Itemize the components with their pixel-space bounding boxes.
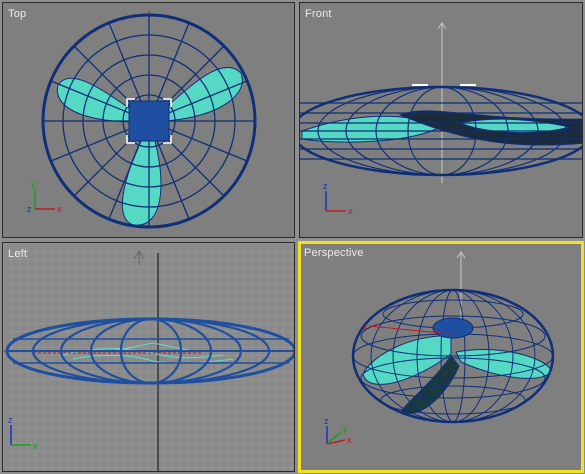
perspective-view-scene: x z x y — [324, 251, 555, 445]
svg-text:x: x — [57, 204, 62, 214]
viewport-label-left[interactable]: Left — [8, 248, 27, 260]
svg-text:y: y — [31, 179, 36, 189]
svg-text:z: z — [27, 204, 32, 214]
svg-text:x: x — [363, 322, 368, 332]
viewport-top[interactable]: y x z Top — [2, 2, 295, 238]
svg-text:y: y — [33, 440, 38, 450]
viewport-left[interactable]: z y Left — [2, 242, 295, 472]
blades — [56, 66, 243, 226]
viewport-label-perspective[interactable]: Perspective — [304, 247, 364, 259]
axis-tripod-perspective: z x y — [324, 416, 352, 445]
hub — [128, 100, 170, 142]
svg-text:x: x — [348, 206, 353, 216]
viewport-front[interactable]: z x Front — [299, 2, 583, 238]
viewport-label-top[interactable]: Top — [8, 8, 26, 20]
viewport-perspective[interactable]: x z x y Perspective — [298, 241, 584, 473]
svg-text:x: x — [347, 435, 352, 445]
axis-tripod-front: z x — [323, 181, 353, 216]
svg-text:z: z — [8, 415, 13, 425]
top-view-scene: y x z — [27, 11, 257, 229]
svg-text:z: z — [324, 416, 329, 426]
front-view-scene: z x — [300, 22, 582, 216]
svg-text:y: y — [343, 424, 348, 434]
svg-text:z: z — [323, 181, 328, 191]
left-view-scene: z y — [3, 243, 294, 471]
axis-tripod: y x z — [27, 179, 62, 214]
viewport-label-front[interactable]: Front — [305, 8, 332, 20]
grid — [3, 243, 294, 471]
hub-perspective — [432, 317, 474, 339]
